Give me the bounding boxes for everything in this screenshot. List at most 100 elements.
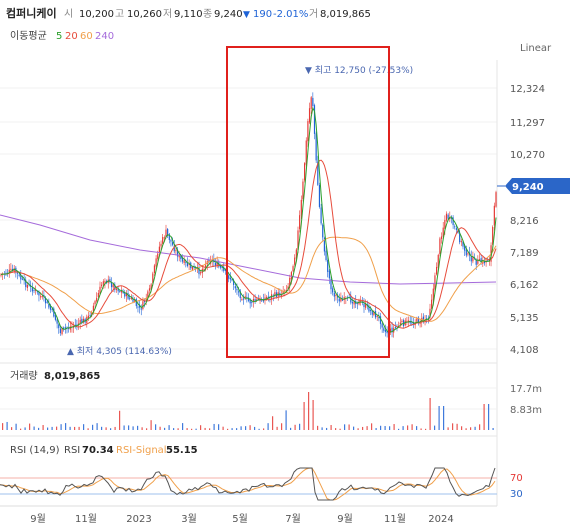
rsi-signal-value: 55.15 <box>166 445 198 456</box>
x-axis-label: 2024 <box>428 514 453 525</box>
ma-240-label: 240 <box>95 31 114 42</box>
volume-bar <box>371 423 373 430</box>
volume-bar <box>74 426 76 430</box>
candle-body <box>460 241 462 243</box>
candle-body <box>214 262 217 266</box>
candle-body <box>229 277 231 280</box>
volume-bar <box>479 424 481 430</box>
candle-body <box>155 258 157 267</box>
candle-body <box>325 250 327 261</box>
candle-body <box>308 108 311 123</box>
volume-bar <box>312 400 314 430</box>
volume-value: 8,019,865 <box>320 9 371 20</box>
volume-bar <box>173 428 175 430</box>
price-tick: 11,297 <box>510 118 545 129</box>
volume-bar <box>240 426 242 430</box>
x-axis-label: 9월 <box>337 513 353 525</box>
volume-bar <box>236 428 238 430</box>
volume-panel-value: 8,019,865 <box>44 371 100 382</box>
candle-body <box>79 319 81 324</box>
current-price-value: 9,240 <box>512 182 544 193</box>
stock-chart[interactable]: 컴퍼니케이 시 10,200 고 10,260 저 9,110 종 9,240 … <box>0 0 574 532</box>
volume-bar <box>186 428 188 430</box>
volume-bar <box>209 428 211 430</box>
x-axis: 9월 11월 2023 3월 5월 7월 9월 11월 2024 <box>30 513 454 525</box>
candle-body <box>96 297 98 302</box>
volume-bar <box>330 425 332 430</box>
volume-bar <box>114 426 116 430</box>
volume-bar <box>168 425 170 430</box>
volume-bar <box>227 428 229 430</box>
candle-body <box>302 181 304 200</box>
volume-bar <box>177 428 179 430</box>
volume-bar <box>308 392 310 430</box>
candle-body <box>307 121 309 142</box>
ma-legend: 이동평균 5 20 60 240 <box>10 30 114 42</box>
volume-bar <box>263 428 265 430</box>
volume-bar <box>231 428 233 430</box>
candle-body <box>313 105 316 134</box>
candle-body <box>21 278 24 280</box>
candle-body <box>310 97 312 109</box>
volume-bar <box>11 427 13 430</box>
volume-bar <box>164 427 166 430</box>
volume-bar <box>488 404 490 430</box>
quote-header: 컴퍼니케이 시 10,200 고 10,260 저 9,110 종 9,240 … <box>6 6 371 20</box>
candle-body <box>304 163 306 181</box>
candle-body <box>292 266 294 272</box>
volume-bar <box>249 425 251 430</box>
volume-bar <box>465 428 467 430</box>
volume-bar <box>470 427 472 430</box>
x-axis-label: 5월 <box>232 513 248 525</box>
volume-bar <box>389 426 391 430</box>
candle-body <box>299 215 301 230</box>
volume-bar <box>344 424 346 430</box>
volume-bar <box>492 428 494 430</box>
candle-body <box>493 205 495 226</box>
candle-body <box>158 246 160 253</box>
candle-body <box>89 314 91 316</box>
candle-body <box>416 318 418 322</box>
volume-bar <box>96 423 98 430</box>
candle-body <box>59 328 61 334</box>
candle-body <box>8 269 10 272</box>
volume-bar <box>326 427 328 430</box>
candle-body <box>251 301 253 303</box>
rsi-tick-30: 30 <box>510 489 523 500</box>
volume-bar <box>452 423 454 430</box>
volume-bar <box>483 404 485 430</box>
volume-bar <box>83 424 85 430</box>
ma-20-line <box>0 159 497 329</box>
low-annotation: ▲ 최저 4,305 (114.63%) <box>67 346 172 357</box>
candle-body <box>335 295 337 297</box>
rsi-line <box>0 467 496 501</box>
ma-5-label: 5 <box>56 31 62 42</box>
scale-mode-button[interactable]: Linear <box>520 43 552 54</box>
volume-bar <box>258 428 260 430</box>
volume-bar <box>204 427 206 430</box>
candle-body <box>228 275 230 279</box>
volume-bar <box>78 426 80 430</box>
volume-bar <box>411 424 413 430</box>
candle-body <box>101 284 103 287</box>
volume-bar <box>182 423 184 430</box>
volume-bar <box>474 426 476 430</box>
volume-bar <box>20 428 22 430</box>
candle-body <box>401 320 403 323</box>
candle-body <box>160 243 162 247</box>
ma-60-line <box>0 236 497 322</box>
candle-body <box>104 281 106 283</box>
volume-bar <box>380 425 382 430</box>
volume-bar <box>317 425 319 430</box>
x-axis-label: 11월 <box>75 513 97 525</box>
candle-body <box>351 302 354 304</box>
volume-bar <box>200 425 202 430</box>
price-tick: 6,162 <box>510 280 539 291</box>
volume-bar <box>357 428 359 430</box>
volume-bar <box>335 428 337 430</box>
candle-body <box>94 301 96 305</box>
price-tick: 5,135 <box>510 313 539 324</box>
price-tick: 10,270 <box>510 150 545 161</box>
candle-body <box>300 199 302 216</box>
volume-bar <box>159 426 161 430</box>
